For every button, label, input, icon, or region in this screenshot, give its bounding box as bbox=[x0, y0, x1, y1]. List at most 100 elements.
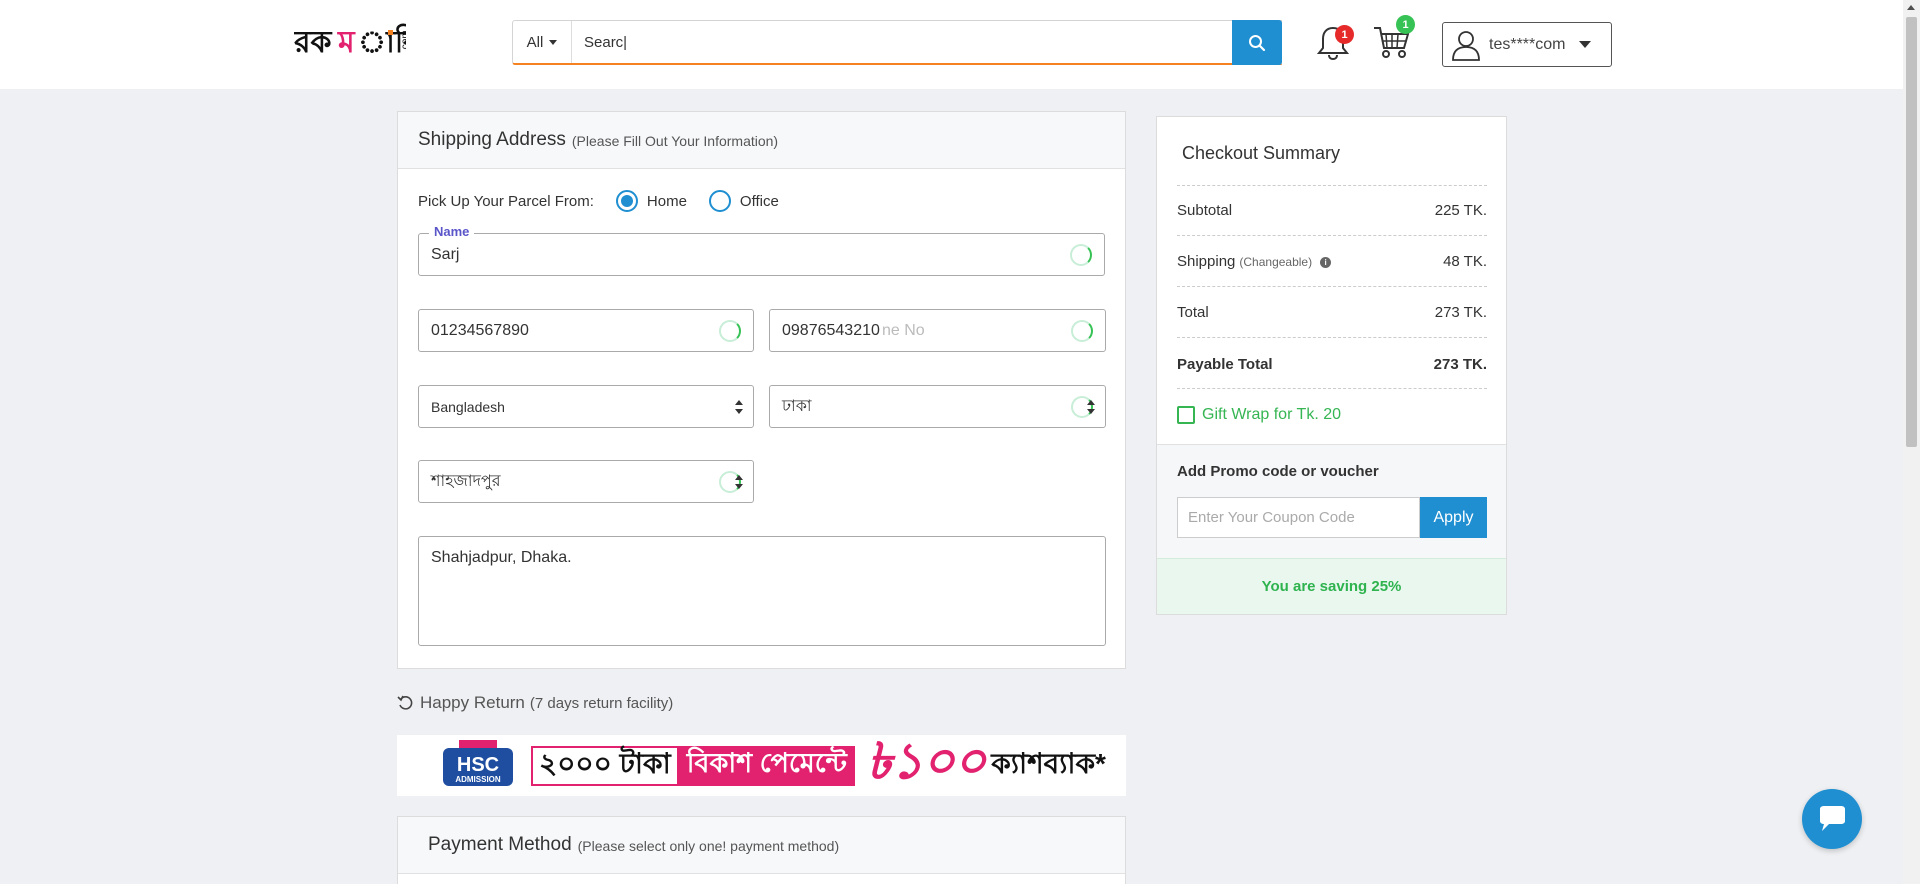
pickup-office-radio[interactable] bbox=[708, 190, 731, 212]
shipping-row: Shipping (Changeable) i 48 TK. bbox=[1177, 253, 1487, 270]
savings-banner: You are saving 25% bbox=[1157, 558, 1506, 614]
shipping-title: Shipping Address bbox=[418, 129, 566, 150]
gift-wrap-checkbox[interactable] bbox=[1177, 406, 1195, 424]
loading-spinner-icon bbox=[1071, 319, 1093, 342]
chevron-down-icon bbox=[1579, 41, 1592, 48]
promo-section: Add Promo code or voucher Apply bbox=[1157, 444, 1506, 558]
subtotal-value: 225 TK. bbox=[1434, 202, 1487, 219]
svg-text:ারি: ারি bbox=[358, 23, 406, 60]
shipping-changeable-note: (Changeable) bbox=[1239, 255, 1313, 269]
search-input[interactable] bbox=[572, 21, 1281, 63]
chevron-down-icon bbox=[549, 39, 558, 45]
promo-banner[interactable]: HSC ADMISSION ২০০০ টাকা বিকাশ পেমেন্টে ৳… bbox=[397, 733, 1126, 796]
phone-value: 01234567890 bbox=[431, 321, 529, 339]
select-arrows-icon bbox=[1087, 399, 1095, 415]
search-category-dropdown[interactable]: All bbox=[513, 21, 572, 63]
payment-method-card: Payment Method (Please select only one! … bbox=[397, 816, 1126, 884]
banner-amount: ২০০০ টাকা bbox=[531, 745, 679, 786]
svg-text:.com: .com bbox=[400, 30, 406, 52]
alt-phone-placeholder: ne No bbox=[882, 321, 925, 339]
city-select[interactable]: ঢাকা bbox=[769, 385, 1106, 428]
area-select[interactable]: শাহজাদপুর bbox=[418, 460, 754, 503]
search-button[interactable] bbox=[1232, 20, 1282, 65]
payable-total-label: Payable Total bbox=[1177, 356, 1273, 373]
city-value: ঢাকা bbox=[782, 398, 812, 415]
account-name: tes****com bbox=[1489, 35, 1566, 53]
divider bbox=[1177, 185, 1487, 186]
gift-wrap-label: Gift Wrap for Tk. 20 bbox=[1202, 406, 1342, 423]
svg-text:ম: ম bbox=[337, 25, 356, 60]
country-select[interactable]: Bangladesh bbox=[418, 385, 754, 428]
payable-total-row: Payable Total 273 TK. bbox=[1177, 356, 1487, 373]
address-value: Shahjadpur, Dhaka. bbox=[431, 549, 572, 566]
pickup-home-label[interactable]: Home bbox=[647, 193, 687, 210]
chat-bubble-icon bbox=[1820, 806, 1845, 831]
total-row: Total 273 TK. bbox=[1177, 304, 1487, 321]
name-value: Sarj bbox=[431, 245, 460, 263]
shipping-value: 48 TK. bbox=[1443, 253, 1487, 270]
apply-coupon-button[interactable]: Apply bbox=[1420, 497, 1487, 538]
select-arrows-icon bbox=[735, 474, 743, 490]
checkout-summary-card: Checkout Summary Subtotal 225 TK. Shippi… bbox=[1156, 116, 1507, 615]
hsc-sub: ADMISSION bbox=[455, 775, 501, 784]
banner-cashback-label: ক্যাশব্যাক* bbox=[991, 748, 1106, 779]
alt-phone-value: 09876543210 bbox=[782, 321, 880, 339]
chat-button[interactable] bbox=[1802, 789, 1862, 849]
banner-cashback-amount: ৳১০০ bbox=[866, 733, 986, 789]
search-category-label: All bbox=[526, 33, 544, 51]
radio-selected-dot bbox=[620, 195, 633, 207]
promo-title: Add Promo code or voucher bbox=[1177, 463, 1379, 480]
name-legend: Name bbox=[429, 224, 475, 239]
pickup-options: Pick Up Your Parcel From: Home Office bbox=[418, 190, 779, 212]
pickup-label: Pick Up Your Parcel From: bbox=[418, 192, 594, 210]
account-menu-button[interactable]: tes****com bbox=[1442, 22, 1612, 67]
shipping-address-card: Shipping Address (Please Fill Out Your I… bbox=[397, 111, 1126, 669]
total-label: Total bbox=[1177, 304, 1209, 321]
payment-subtitle: (Please select only one! payment method) bbox=[577, 838, 840, 854]
alt-phone-field[interactable]: 09876543210 ne No bbox=[769, 309, 1106, 352]
happy-return-label: Happy Return bbox=[420, 693, 525, 712]
total-value: 273 TK. bbox=[1434, 304, 1487, 321]
gift-wrap-option[interactable]: Gift Wrap for Tk. 20 bbox=[1177, 406, 1341, 424]
info-icon[interactable]: i bbox=[1320, 256, 1332, 268]
shipping-header: Shipping Address (Please Fill Out Your I… bbox=[398, 112, 1125, 169]
return-arrow-icon bbox=[397, 695, 413, 710]
divider bbox=[1177, 337, 1487, 338]
site-header: রক ম ারি .com All 1 bbox=[0, 0, 1903, 89]
subtotal-label: Subtotal bbox=[1177, 202, 1233, 219]
shipping-label: Shipping bbox=[1177, 253, 1236, 270]
loading-spinner-icon bbox=[1070, 243, 1092, 266]
page-scrollbar[interactable] bbox=[1903, 0, 1920, 884]
rokomari-logo[interactable]: রক ম ারি .com bbox=[293, 18, 421, 64]
hsc-text: HSC bbox=[457, 754, 499, 776]
search-bar: All bbox=[512, 20, 1282, 65]
scroll-up-arrow-icon[interactable] bbox=[1907, 5, 1915, 10]
payable-total-value: 273 TK. bbox=[1433, 356, 1487, 373]
cart-count-badge: 1 bbox=[1396, 15, 1415, 34]
pickup-office-label[interactable]: Office bbox=[740, 193, 779, 210]
area-value: শাহজাদপুর bbox=[431, 473, 501, 490]
summary-title: Checkout Summary bbox=[1182, 143, 1341, 163]
scrollbar-thumb[interactable] bbox=[1906, 17, 1917, 447]
notification-count-badge: 1 bbox=[1335, 25, 1354, 44]
loading-spinner-icon bbox=[719, 319, 741, 342]
payment-title: Payment Method bbox=[428, 834, 572, 855]
hsc-admission-logo: HSC ADMISSION bbox=[439, 738, 517, 794]
divider bbox=[1177, 388, 1487, 389]
address-textarea[interactable]: Shahjadpur, Dhaka. bbox=[418, 536, 1106, 646]
subtotal-row: Subtotal 225 TK. bbox=[1177, 202, 1487, 219]
search-icon bbox=[1249, 34, 1266, 51]
svg-text:রক: রক bbox=[294, 25, 333, 60]
happy-return-detail: (7 days return facility) bbox=[529, 694, 674, 712]
phone-field[interactable]: 01234567890 bbox=[418, 309, 754, 352]
pickup-home-radio[interactable] bbox=[615, 190, 638, 212]
happy-return-info: Happy Return (7 days return facility) bbox=[397, 693, 673, 713]
coupon-code-input[interactable] bbox=[1177, 497, 1420, 538]
payment-header: Payment Method (Please select only one! … bbox=[398, 817, 1125, 874]
divider bbox=[1177, 286, 1487, 287]
name-field[interactable]: Name Sarj bbox=[418, 224, 1105, 276]
select-arrows-icon bbox=[735, 399, 743, 415]
shipping-subtitle: (Please Fill Out Your Information) bbox=[571, 133, 779, 149]
country-value: Bangladesh bbox=[431, 398, 505, 415]
banner-payment: বিকাশ পেমেন্টে bbox=[678, 745, 855, 786]
